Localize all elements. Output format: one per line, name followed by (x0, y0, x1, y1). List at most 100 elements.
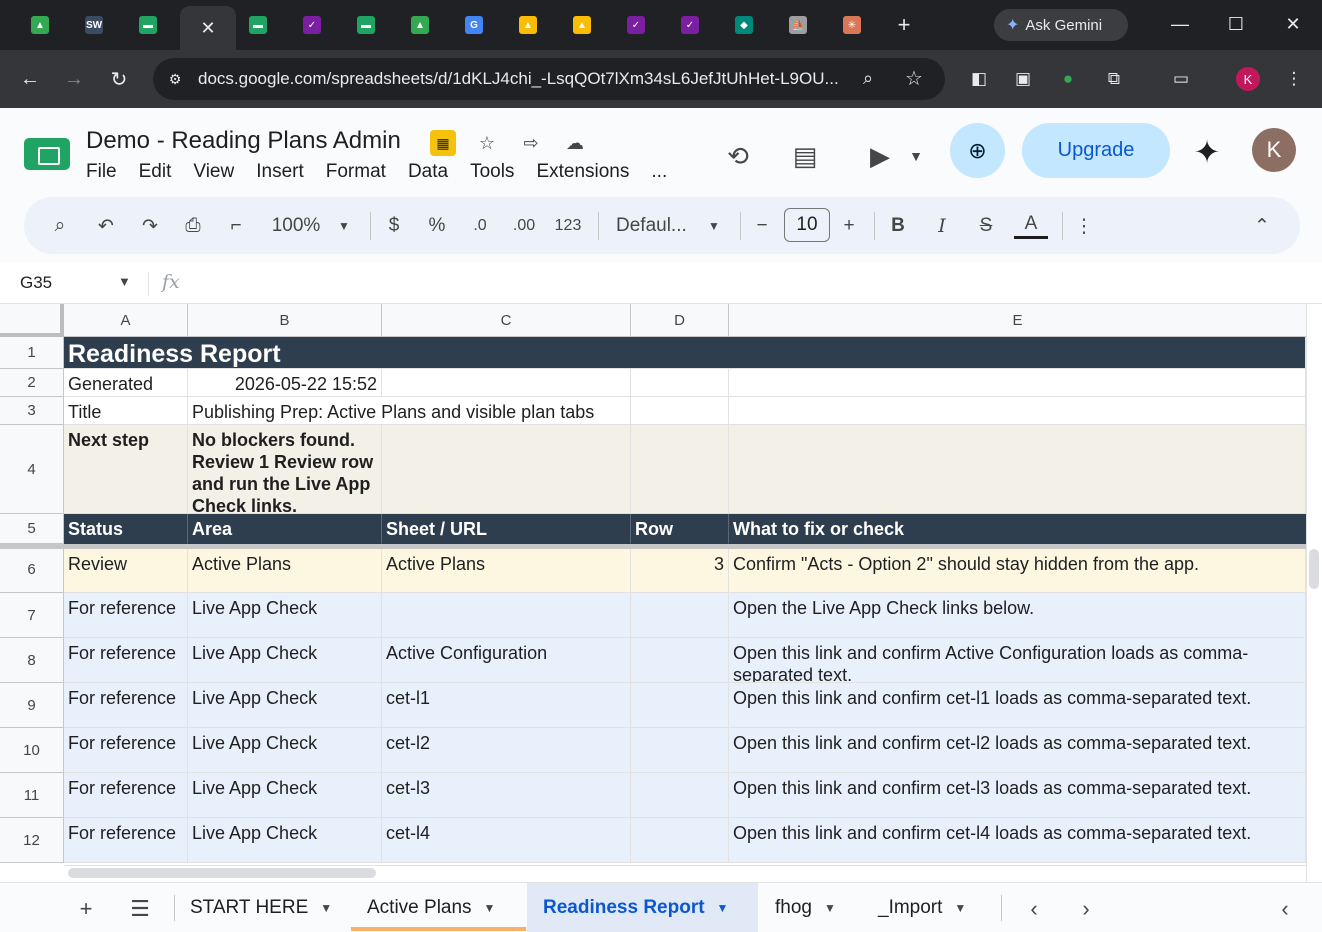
zoom-icon[interactable]: ⌕ (863, 68, 873, 89)
row-number-cell[interactable] (631, 593, 729, 638)
header-check-cell[interactable]: What to fix or check (729, 514, 1306, 544)
browser-tab[interactable]: ▬ (134, 11, 162, 39)
upgrade-button[interactable]: Upgrade (1022, 123, 1170, 178)
site-info-icon[interactable]: ⚙ (165, 69, 185, 89)
status-cell[interactable]: For reference (64, 683, 188, 728)
browser-tab[interactable]: ▲ (26, 11, 54, 39)
url-text[interactable]: docs.google.com/spreadsheets/d/1dKLJ4chi… (198, 69, 848, 89)
row-header[interactable]: 5 (0, 514, 64, 544)
maximize-icon[interactable]: ☐ (1224, 12, 1248, 36)
status-cell[interactable]: For reference (64, 728, 188, 773)
area-cell[interactable]: Live App Check (188, 773, 382, 818)
browser-tab[interactable]: ▬ (352, 11, 380, 39)
report-title-cell[interactable]: Readiness Report (64, 337, 1306, 369)
header-area-cell[interactable]: Area (188, 514, 382, 544)
sheet-tab-import[interactable]: _Import ▼ (862, 883, 994, 932)
sheet-url-cell[interactable]: cet-l3 (382, 773, 631, 818)
empty-cell[interactable] (382, 425, 631, 514)
bold-button[interactable]: B (885, 211, 911, 241)
browser-tab[interactable]: ▬ (244, 11, 272, 39)
sheet-url-cell[interactable] (382, 593, 631, 638)
status-cell[interactable]: For reference (64, 773, 188, 818)
browser-tab[interactable]: ✓ (622, 11, 650, 39)
menu-insert[interactable]: Insert (256, 161, 304, 183)
browser-tab[interactable]: ▲ (406, 11, 434, 39)
header-row-cell[interactable]: Row (631, 514, 729, 544)
sheet-url-cell[interactable]: cet-l2 (382, 728, 631, 773)
zoom-select[interactable]: 100% (267, 211, 325, 241)
font-size-input[interactable]: 10 (784, 208, 830, 242)
browser-tab[interactable]: ✓ (676, 11, 704, 39)
header-status-cell[interactable]: Status (64, 514, 188, 544)
menu-extensions[interactable]: Extensions (536, 161, 629, 183)
close-tab-icon[interactable]: ✕ (200, 18, 215, 39)
strikethrough-button[interactable]: S (973, 211, 999, 241)
scroll-tabs-left-icon[interactable]: ‹ (1020, 895, 1048, 923)
ask-gemini-button[interactable]: ✦ Ask Gemini (994, 9, 1128, 41)
name-box-chevron-icon[interactable]: ▼ (118, 274, 131, 289)
check-cell[interactable]: Open this link and confirm cet-l1 loads … (729, 683, 1306, 728)
check-cell[interactable]: Confirm "Acts - Option 2" should stay hi… (729, 549, 1306, 593)
title-value-cell[interactable]: Publishing Prep: Active Plans and visibl… (188, 397, 631, 425)
empty-cell[interactable] (729, 425, 1306, 514)
italic-button[interactable]: I (929, 211, 955, 241)
meet-video-icon[interactable]: ▶ (860, 136, 900, 176)
title-label-cell[interactable]: Title (64, 397, 188, 425)
menu-edit[interactable]: Edit (139, 161, 172, 183)
search-menus-icon[interactable]: ⌕ (46, 211, 74, 241)
browser-tab[interactable]: G (460, 11, 488, 39)
row-header[interactable]: 3 (0, 397, 64, 425)
status-cell[interactable]: For reference (64, 818, 188, 863)
row-number-cell[interactable] (631, 773, 729, 818)
version-history-icon[interactable]: ⟲ (718, 136, 758, 176)
empty-cell[interactable] (631, 397, 729, 425)
vertical-scroll-thumb[interactable] (1309, 549, 1319, 589)
sheet-url-cell[interactable]: cet-l4 (382, 818, 631, 863)
reload-icon[interactable]: ↻ (104, 64, 134, 94)
sheet-tab-start-here[interactable]: START HERE ▼ (174, 883, 350, 932)
column-header-c[interactable]: C (382, 304, 631, 337)
minimize-icon[interactable]: — (1168, 12, 1192, 36)
side-panel-toggle-icon[interactable]: ‹ (1271, 895, 1299, 923)
increase-decimal-button[interactable]: .00 (509, 211, 539, 241)
check-cell[interactable]: Open this link and confirm Active Config… (729, 638, 1306, 683)
check-cell[interactable]: Open this link and confirm cet-l4 loads … (729, 818, 1306, 863)
generated-value-cell[interactable]: 2026-05-22 15:52 (188, 369, 382, 397)
decrease-font-size-icon[interactable]: − (749, 211, 775, 241)
select-all-corner[interactable] (0, 304, 64, 337)
browser-tab[interactable]: ✓ (298, 11, 326, 39)
menu-more[interactable]: ... (651, 161, 667, 183)
redo-icon[interactable]: ↷ (136, 211, 164, 241)
row-number-cell[interactable] (631, 638, 729, 683)
grammarly-icon[interactable]: ● (1055, 66, 1081, 92)
sheet-url-cell[interactable]: cet-l1 (382, 683, 631, 728)
forward-icon[interactable]: → (59, 64, 89, 94)
row-number-cell[interactable] (631, 683, 729, 728)
row-number-cell[interactable] (631, 818, 729, 863)
row-header[interactable]: 10 (0, 728, 64, 773)
status-cell[interactable]: For reference (64, 638, 188, 683)
status-cell[interactable]: For reference (64, 593, 188, 638)
name-box[interactable]: G35 (20, 273, 52, 293)
font-select[interactable]: Defaul... (616, 211, 692, 241)
extensions-puzzle-icon[interactable]: ⧉ (1101, 66, 1127, 92)
collapse-toolbar-icon[interactable]: ⌃ (1248, 211, 1276, 241)
area-cell[interactable]: Live App Check (188, 593, 382, 638)
menu-view[interactable]: View (193, 161, 234, 183)
account-avatar[interactable]: K (1252, 128, 1296, 172)
next-step-value-cell[interactable]: No blockers found. Review 1 Review row a… (188, 425, 382, 514)
row-header[interactable]: 2 (0, 369, 64, 397)
menu-tools[interactable]: Tools (470, 161, 514, 183)
star-icon[interactable]: ☆ (474, 130, 500, 156)
column-header-d[interactable]: D (631, 304, 729, 337)
next-step-label-cell[interactable]: Next step (64, 425, 188, 514)
share-button[interactable]: ⊕ (950, 123, 1005, 178)
row-header[interactable]: 9 (0, 683, 64, 728)
more-options-icon[interactable]: ⋮ (1072, 211, 1096, 241)
row-header[interactable]: 6 (0, 547, 64, 593)
chevron-down-icon[interactable]: ▼ (954, 901, 966, 915)
text-color-button[interactable]: A (1014, 211, 1048, 239)
area-cell[interactable]: Live App Check (188, 683, 382, 728)
increase-font-size-icon[interactable]: + (836, 211, 862, 241)
move-folder-icon[interactable]: ⇨ (518, 130, 544, 156)
